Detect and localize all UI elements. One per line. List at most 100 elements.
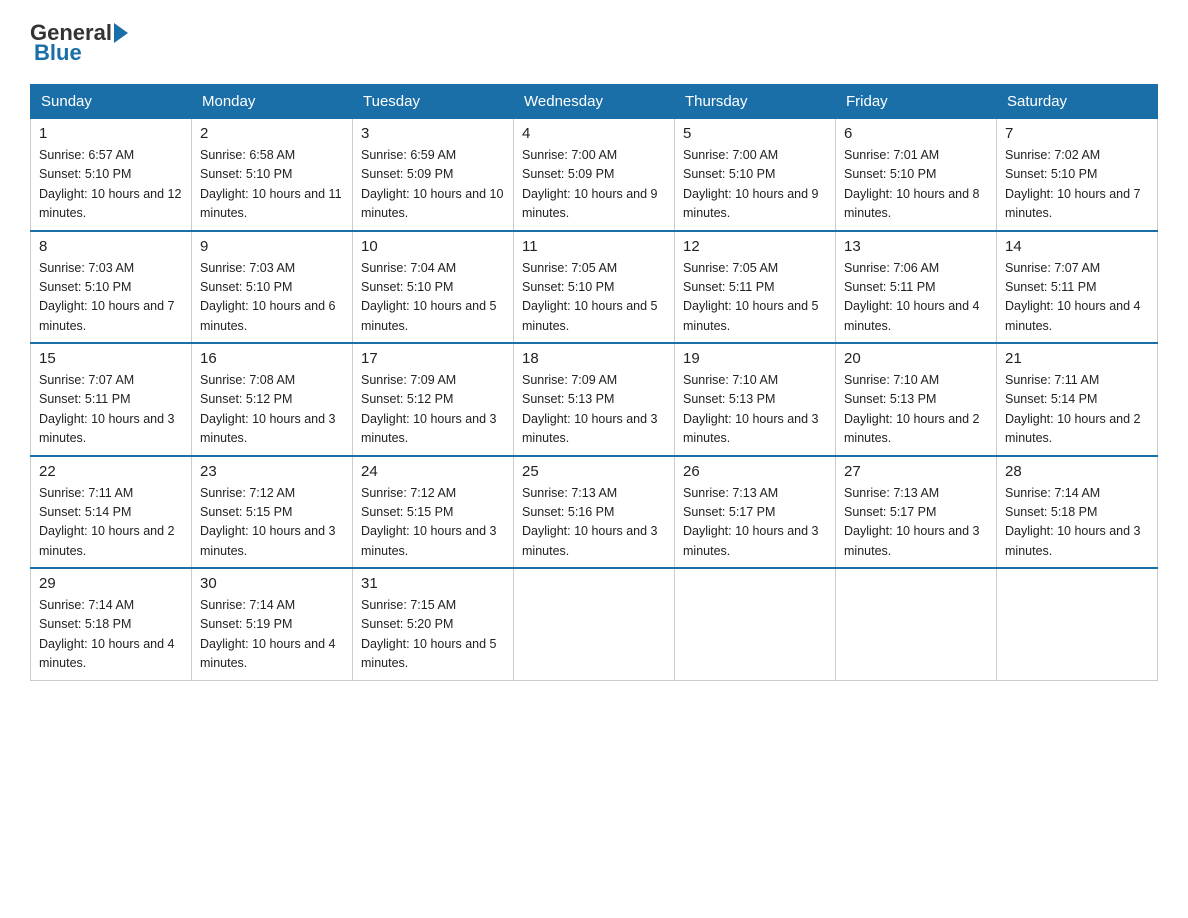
day-number: 4 (522, 125, 666, 142)
day-detail: Sunrise: 7:06 AMSunset: 5:11 PMDaylight:… (844, 259, 988, 337)
table-row: 29 Sunrise: 7:14 AMSunset: 5:18 PMDaylig… (31, 568, 192, 680)
table-row: 19 Sunrise: 7:10 AMSunset: 5:13 PMDaylig… (675, 343, 836, 456)
calendar-week-2: 8 Sunrise: 7:03 AMSunset: 5:10 PMDayligh… (31, 231, 1158, 344)
day-detail: Sunrise: 7:05 AMSunset: 5:10 PMDaylight:… (522, 259, 666, 337)
day-number: 7 (1005, 125, 1149, 142)
day-number: 6 (844, 125, 988, 142)
day-detail: Sunrise: 6:58 AMSunset: 5:10 PMDaylight:… (200, 146, 344, 224)
table-row: 23 Sunrise: 7:12 AMSunset: 5:15 PMDaylig… (192, 456, 353, 569)
day-number: 22 (39, 463, 183, 480)
col-header-saturday: Saturday (997, 85, 1158, 119)
day-number: 20 (844, 350, 988, 367)
day-detail: Sunrise: 7:11 AMSunset: 5:14 PMDaylight:… (1005, 371, 1149, 449)
table-row: 2 Sunrise: 6:58 AMSunset: 5:10 PMDayligh… (192, 119, 353, 231)
table-row: 6 Sunrise: 7:01 AMSunset: 5:10 PMDayligh… (836, 119, 997, 231)
day-number: 23 (200, 463, 344, 480)
day-number: 13 (844, 238, 988, 255)
day-number: 24 (361, 463, 505, 480)
table-row: 7 Sunrise: 7:02 AMSunset: 5:10 PMDayligh… (997, 119, 1158, 231)
day-number: 30 (200, 575, 344, 592)
day-number: 14 (1005, 238, 1149, 255)
day-number: 16 (200, 350, 344, 367)
day-detail: Sunrise: 7:10 AMSunset: 5:13 PMDaylight:… (844, 371, 988, 449)
table-row: 31 Sunrise: 7:15 AMSunset: 5:20 PMDaylig… (353, 568, 514, 680)
day-number: 28 (1005, 463, 1149, 480)
day-number: 21 (1005, 350, 1149, 367)
day-detail: Sunrise: 7:03 AMSunset: 5:10 PMDaylight:… (200, 259, 344, 337)
table-row (836, 568, 997, 680)
day-detail: Sunrise: 7:03 AMSunset: 5:10 PMDaylight:… (39, 259, 183, 337)
table-row: 10 Sunrise: 7:04 AMSunset: 5:10 PMDaylig… (353, 231, 514, 344)
day-number: 19 (683, 350, 827, 367)
table-row: 27 Sunrise: 7:13 AMSunset: 5:17 PMDaylig… (836, 456, 997, 569)
table-row: 24 Sunrise: 7:12 AMSunset: 5:15 PMDaylig… (353, 456, 514, 569)
table-row: 11 Sunrise: 7:05 AMSunset: 5:10 PMDaylig… (514, 231, 675, 344)
day-number: 29 (39, 575, 183, 592)
table-row: 8 Sunrise: 7:03 AMSunset: 5:10 PMDayligh… (31, 231, 192, 344)
table-row: 22 Sunrise: 7:11 AMSunset: 5:14 PMDaylig… (31, 456, 192, 569)
logo-blue-text: Blue (34, 40, 82, 66)
col-header-friday: Friday (836, 85, 997, 119)
day-detail: Sunrise: 7:14 AMSunset: 5:18 PMDaylight:… (1005, 484, 1149, 562)
day-detail: Sunrise: 7:02 AMSunset: 5:10 PMDaylight:… (1005, 146, 1149, 224)
logo: General Blue (30, 20, 130, 66)
day-detail: Sunrise: 7:05 AMSunset: 5:11 PMDaylight:… (683, 259, 827, 337)
day-detail: Sunrise: 7:12 AMSunset: 5:15 PMDaylight:… (200, 484, 344, 562)
day-number: 26 (683, 463, 827, 480)
col-header-monday: Monday (192, 85, 353, 119)
table-row: 14 Sunrise: 7:07 AMSunset: 5:11 PMDaylig… (997, 231, 1158, 344)
table-row: 17 Sunrise: 7:09 AMSunset: 5:12 PMDaylig… (353, 343, 514, 456)
day-number: 1 (39, 125, 183, 142)
table-row: 12 Sunrise: 7:05 AMSunset: 5:11 PMDaylig… (675, 231, 836, 344)
day-number: 25 (522, 463, 666, 480)
logo-arrow-icon (114, 23, 128, 43)
col-header-thursday: Thursday (675, 85, 836, 119)
day-detail: Sunrise: 7:13 AMSunset: 5:17 PMDaylight:… (844, 484, 988, 562)
day-detail: Sunrise: 7:01 AMSunset: 5:10 PMDaylight:… (844, 146, 988, 224)
day-number: 9 (200, 238, 344, 255)
day-number: 10 (361, 238, 505, 255)
day-number: 17 (361, 350, 505, 367)
table-row: 26 Sunrise: 7:13 AMSunset: 5:17 PMDaylig… (675, 456, 836, 569)
table-row (675, 568, 836, 680)
table-row: 20 Sunrise: 7:10 AMSunset: 5:13 PMDaylig… (836, 343, 997, 456)
table-row: 28 Sunrise: 7:14 AMSunset: 5:18 PMDaylig… (997, 456, 1158, 569)
day-detail: Sunrise: 7:07 AMSunset: 5:11 PMDaylight:… (1005, 259, 1149, 337)
day-detail: Sunrise: 7:09 AMSunset: 5:13 PMDaylight:… (522, 371, 666, 449)
col-header-wednesday: Wednesday (514, 85, 675, 119)
table-row (997, 568, 1158, 680)
table-row: 16 Sunrise: 7:08 AMSunset: 5:12 PMDaylig… (192, 343, 353, 456)
table-row (514, 568, 675, 680)
day-detail: Sunrise: 7:10 AMSunset: 5:13 PMDaylight:… (683, 371, 827, 449)
calendar-week-3: 15 Sunrise: 7:07 AMSunset: 5:11 PMDaylig… (31, 343, 1158, 456)
day-detail: Sunrise: 7:12 AMSunset: 5:15 PMDaylight:… (361, 484, 505, 562)
day-number: 15 (39, 350, 183, 367)
calendar-week-4: 22 Sunrise: 7:11 AMSunset: 5:14 PMDaylig… (31, 456, 1158, 569)
calendar-table: SundayMondayTuesdayWednesdayThursdayFrid… (30, 84, 1158, 681)
calendar-week-1: 1 Sunrise: 6:57 AMSunset: 5:10 PMDayligh… (31, 119, 1158, 231)
day-number: 2 (200, 125, 344, 142)
day-detail: Sunrise: 7:13 AMSunset: 5:16 PMDaylight:… (522, 484, 666, 562)
day-number: 3 (361, 125, 505, 142)
day-number: 11 (522, 238, 666, 255)
day-detail: Sunrise: 7:00 AMSunset: 5:09 PMDaylight:… (522, 146, 666, 224)
day-detail: Sunrise: 7:13 AMSunset: 5:17 PMDaylight:… (683, 484, 827, 562)
day-detail: Sunrise: 7:15 AMSunset: 5:20 PMDaylight:… (361, 596, 505, 674)
day-number: 5 (683, 125, 827, 142)
day-number: 31 (361, 575, 505, 592)
table-row: 9 Sunrise: 7:03 AMSunset: 5:10 PMDayligh… (192, 231, 353, 344)
table-row: 3 Sunrise: 6:59 AMSunset: 5:09 PMDayligh… (353, 119, 514, 231)
day-number: 27 (844, 463, 988, 480)
col-header-tuesday: Tuesday (353, 85, 514, 119)
calendar-week-5: 29 Sunrise: 7:14 AMSunset: 5:18 PMDaylig… (31, 568, 1158, 680)
day-number: 12 (683, 238, 827, 255)
day-detail: Sunrise: 7:00 AMSunset: 5:10 PMDaylight:… (683, 146, 827, 224)
day-detail: Sunrise: 7:09 AMSunset: 5:12 PMDaylight:… (361, 371, 505, 449)
page-header: General Blue (30, 20, 1158, 66)
day-detail: Sunrise: 7:04 AMSunset: 5:10 PMDaylight:… (361, 259, 505, 337)
table-row: 18 Sunrise: 7:09 AMSunset: 5:13 PMDaylig… (514, 343, 675, 456)
day-number: 8 (39, 238, 183, 255)
table-row: 1 Sunrise: 6:57 AMSunset: 5:10 PMDayligh… (31, 119, 192, 231)
table-row: 15 Sunrise: 7:07 AMSunset: 5:11 PMDaylig… (31, 343, 192, 456)
table-row: 5 Sunrise: 7:00 AMSunset: 5:10 PMDayligh… (675, 119, 836, 231)
